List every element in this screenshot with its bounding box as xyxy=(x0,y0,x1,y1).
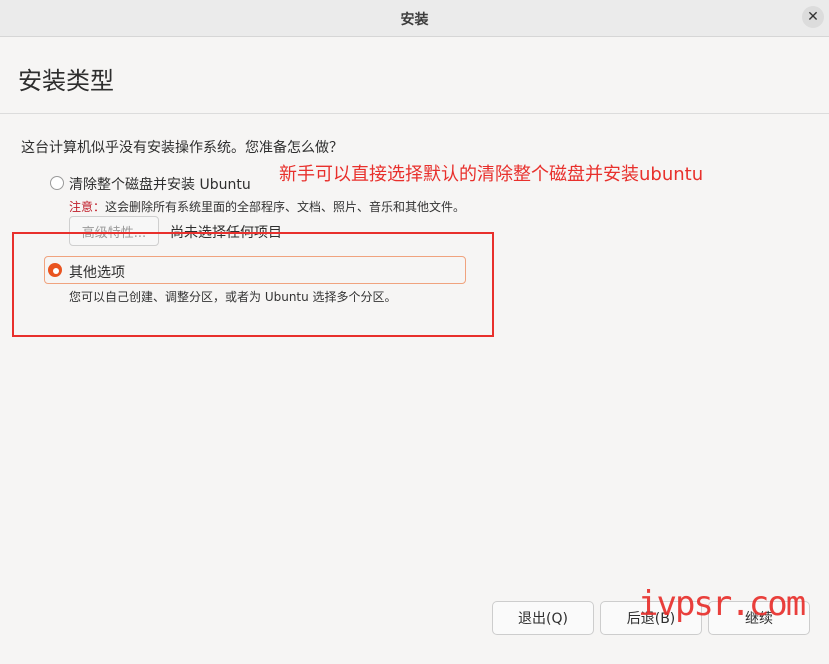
watermark-text: ivpsr.com xyxy=(638,584,806,624)
close-icon[interactable]: ✕ xyxy=(802,6,824,28)
erase-disk-warning: 注意：这会删除所有系统里面的全部程序、文档、照片、音乐和其他文件。 xyxy=(69,198,465,215)
page-header: 安装类型 xyxy=(0,37,829,114)
main-content: 这台计算机似乎没有安装操作系统。您准备怎么做？ 新手可以直接选择默认的清除整个磁… xyxy=(0,114,829,664)
other-option-description: 您可以自己创建、调整分区，或者为 Ubuntu 选择多个分区。 xyxy=(69,290,397,304)
other-option-radio[interactable] xyxy=(48,263,62,277)
warning-label: 注意： xyxy=(69,200,106,214)
annotation-text: 新手可以直接选择默认的清除整个磁盘并安装ubuntu xyxy=(279,164,704,185)
other-option-label[interactable]: 其他选项 xyxy=(69,262,125,282)
warning-text: 这会删除所有系统里面的全部程序、文档、照片、音乐和其他文件。 xyxy=(105,200,466,214)
erase-disk-radio[interactable] xyxy=(50,176,64,190)
window-title: 安装 xyxy=(400,12,429,28)
page-title: 安装类型 xyxy=(18,67,114,95)
quit-button[interactable]: 退出(Q) xyxy=(492,601,594,635)
title-bar: 安装 ✕ xyxy=(0,0,829,37)
question-text: 这台计算机似乎没有安装操作系统。您准备怎么做？ xyxy=(21,140,343,156)
highlight-box xyxy=(12,232,494,337)
erase-disk-label[interactable]: 清除整个磁盘并安装 Ubuntu xyxy=(69,174,251,194)
